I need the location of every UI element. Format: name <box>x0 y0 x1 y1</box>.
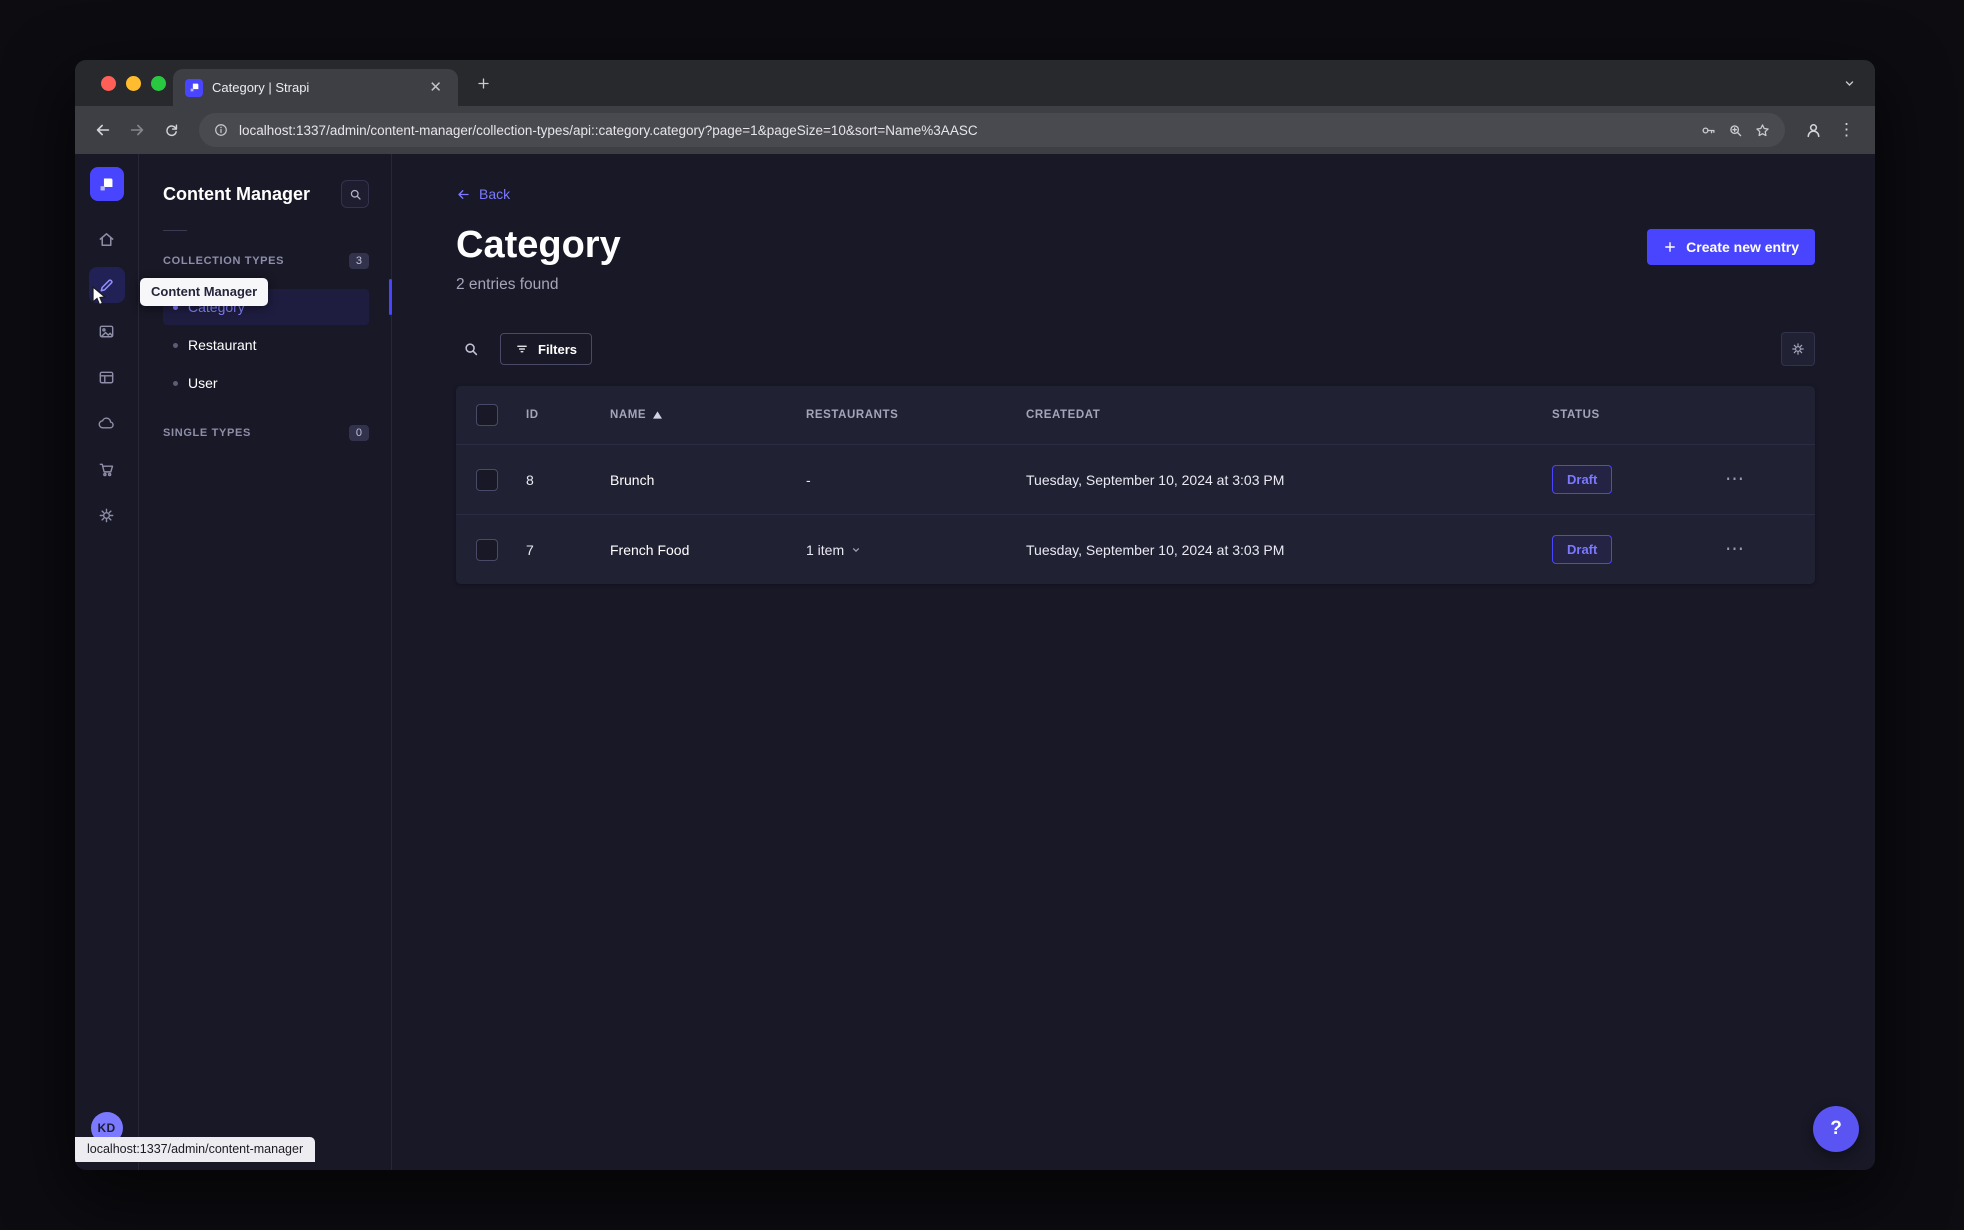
row-actions-button[interactable]: ⋯ <box>1725 540 1745 559</box>
forward-icon[interactable] <box>121 114 153 146</box>
browser-toolbar: localhost:1337/admin/content-manager/col… <box>75 106 1875 154</box>
zoom-icon[interactable] <box>1727 122 1744 139</box>
gear-icon <box>1792 343 1804 356</box>
cell-restaurants: - <box>806 471 811 488</box>
home-icon[interactable] <box>89 221 125 257</box>
new-tab-button[interactable] <box>468 68 498 98</box>
restaurants-expand-button[interactable]: 1 item <box>806 542 862 558</box>
sidebar-item-label: Restaurant <box>188 337 257 353</box>
strapi-favicon-icon <box>185 78 203 97</box>
header-createdat[interactable]: CREATEDAT <box>1026 409 1552 421</box>
bookmark-star-icon[interactable] <box>1754 122 1771 139</box>
plus-icon <box>1665 241 1676 252</box>
row-checkbox[interactable] <box>476 468 498 491</box>
view-settings-button[interactable] <box>1781 332 1815 367</box>
page-title: Category <box>456 223 621 266</box>
back-icon[interactable] <box>87 114 119 146</box>
back-link[interactable]: Back <box>456 186 510 202</box>
filter-icon <box>517 345 527 353</box>
cell-name: French Food <box>610 541 690 558</box>
help-button[interactable]: ? <box>1813 1106 1859 1152</box>
collection-types-label: COLLECTION TYPES <box>163 255 285 267</box>
tab-close-icon[interactable]: ✕ <box>425 78 446 97</box>
browser-window: Category | Strapi ✕ localhost:1337/admin… <box>75 60 1875 1170</box>
table-row[interactable]: 8 Brunch - Tuesday, September 10, 2024 a… <box>456 444 1815 514</box>
header-name[interactable]: NAME <box>610 409 806 421</box>
status-badge: Draft <box>1552 535 1613 565</box>
table-header-row: ID NAME RESTAURANTS CREATEDAT STATUS <box>456 386 1815 444</box>
sidebar-item-label: User <box>188 375 218 391</box>
content-manager-sidebar: Content Manager COLLECTION TYPES 3 Categ… <box>139 154 392 1170</box>
cell-createdat: Tuesday, September 10, 2024 at 3:03 PM <box>1026 541 1285 558</box>
table-controls: Filters <box>456 332 1815 367</box>
sort-ascending-icon <box>653 411 663 419</box>
row-actions-button[interactable]: ⋯ <box>1725 470 1745 489</box>
header-status[interactable]: STATUS <box>1552 409 1725 421</box>
mouse-cursor <box>90 286 110 308</box>
header-restaurants[interactable]: RESTAURANTS <box>806 409 1026 421</box>
arrow-left-icon <box>458 189 469 199</box>
settings-gear-icon[interactable] <box>89 497 125 533</box>
row-checkbox[interactable] <box>476 538 498 561</box>
single-types-label: SINGLE TYPES <box>163 427 251 439</box>
create-new-entry-label: Create new entry <box>1686 238 1799 255</box>
sidebar-title: Content Manager <box>163 183 311 204</box>
media-library-icon[interactable] <box>89 313 125 349</box>
cell-createdat: Tuesday, September 10, 2024 at 3:03 PM <box>1026 471 1285 488</box>
create-new-entry-button[interactable]: Create new entry <box>1647 228 1815 265</box>
bullet-icon <box>173 380 178 386</box>
status-badge: Draft <box>1552 465 1613 495</box>
rail-items <box>88 221 125 533</box>
tab-title: Category | Strapi <box>212 80 310 95</box>
main-content: Back Category 2 entries found Create new… <box>392 154 1875 1170</box>
marketplace-cart-icon[interactable] <box>89 451 125 487</box>
zoom-window-button[interactable] <box>151 76 166 91</box>
deploy-cloud-icon[interactable] <box>89 405 125 441</box>
filters-button[interactable]: Filters <box>500 333 593 366</box>
bullet-icon <box>173 342 178 348</box>
single-types-count-badge: 0 <box>348 425 369 441</box>
header-id[interactable]: ID <box>526 409 610 421</box>
strapi-logo-icon[interactable] <box>89 167 124 201</box>
entries-table: ID NAME RESTAURANTS CREATEDAT STATUS 8 B… <box>456 386 1815 585</box>
browser-tab[interactable]: Category | Strapi ✕ <box>173 69 458 106</box>
cell-id: 7 <box>526 541 534 558</box>
sidebar-item-user[interactable]: User <box>163 365 369 401</box>
close-window-button[interactable] <box>101 76 116 91</box>
tab-search-chevron-icon[interactable] <box>1842 76 1857 91</box>
browser-menu-icon[interactable]: ⋮ <box>1831 114 1863 146</box>
link-preview-status: localhost:1337/admin/content-manager <box>75 1137 316 1162</box>
reload-icon[interactable] <box>155 114 187 146</box>
tab-strip: Category | Strapi ✕ <box>75 60 1875 106</box>
chevron-down-icon <box>853 547 860 552</box>
url-text[interactable]: localhost:1337/admin/content-manager/col… <box>239 123 1690 138</box>
filters-label: Filters <box>538 341 578 357</box>
strapi-admin: KD Content Manager COLLECTION TYPES 3 Ca… <box>75 154 1875 1170</box>
back-label: Back <box>479 186 511 202</box>
page-info-icon[interactable] <box>213 122 229 138</box>
collection-types-count-badge: 3 <box>348 253 369 269</box>
search-button[interactable] <box>456 334 486 364</box>
traffic-lights <box>101 76 166 91</box>
sidebar-search-button[interactable] <box>341 180 369 208</box>
cell-id: 8 <box>526 471 534 488</box>
content-type-builder-icon[interactable] <box>89 359 125 395</box>
cell-name: Brunch <box>610 471 655 488</box>
sidebar-divider <box>163 230 187 231</box>
profile-icon[interactable] <box>1797 114 1829 146</box>
password-key-icon[interactable] <box>1700 122 1717 139</box>
select-all-checkbox[interactable] <box>476 404 498 427</box>
table-row[interactable]: 7 French Food 1 item Tuesday, September … <box>456 514 1815 584</box>
content-manager-tooltip: Content Manager <box>140 278 269 306</box>
minimize-window-button[interactable] <box>126 76 141 91</box>
search-icon <box>465 343 478 356</box>
sidebar-item-restaurant[interactable]: Restaurant <box>163 327 369 363</box>
entries-count: 2 entries found <box>456 276 559 294</box>
address-bar[interactable]: localhost:1337/admin/content-manager/col… <box>199 113 1785 147</box>
